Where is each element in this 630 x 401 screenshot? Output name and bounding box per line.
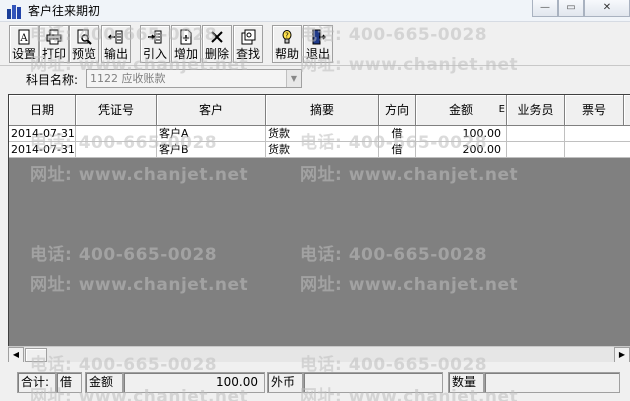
cell-direction[interactable]: 借	[379, 126, 416, 142]
delete-button[interactable]: 删除	[202, 25, 232, 63]
export-label: 输出	[103, 47, 128, 61]
column-header-ticket[interactable]: 票号	[565, 95, 624, 126]
column-header-date[interactable]: 日期	[9, 95, 76, 126]
toolbar: A 设置 打印 预览 输出 引入 增加 删除 查找 ? 帮助 退出	[0, 22, 630, 66]
find-label: 查找	[235, 47, 260, 61]
subject-select[interactable]: 1122 应收账款 ▼	[86, 69, 302, 88]
export-icon	[108, 30, 123, 44]
column-header-amount[interactable]: 金额 E	[416, 95, 507, 126]
cell-ticket[interactable]	[565, 142, 630, 158]
chevron-down-icon[interactable]: ▼	[286, 70, 301, 87]
cell-direction[interactable]: 借	[379, 142, 416, 158]
help-label: 帮助	[274, 47, 299, 61]
cell-customer[interactable]: 客户A	[157, 126, 266, 142]
import-icon	[148, 30, 162, 44]
total-amount-label: 金额	[85, 372, 123, 393]
cell-summary[interactable]: 货款	[266, 142, 379, 158]
settings-label: 设置	[11, 47, 36, 61]
total-direction: 借	[56, 372, 82, 393]
opening-balance-grid: 日期 凭证号 客户 摘要 方向 金额 E 业务员 票号 2014-07-31 客…	[8, 94, 630, 346]
subject-value: 1122 应收账款	[90, 72, 166, 85]
horizontal-scrollbar[interactable]: ◀ ▶	[8, 346, 630, 363]
scrollbar-thumb[interactable]	[25, 348, 47, 362]
cell-customer[interactable]: 客户B	[157, 142, 266, 158]
cell-voucher[interactable]	[76, 126, 157, 142]
scroll-right-icon[interactable]: ▶	[614, 347, 630, 363]
scroll-left-icon[interactable]: ◀	[8, 347, 24, 363]
preview-button[interactable]: 预览	[69, 25, 99, 63]
total-label: 合计:	[17, 372, 56, 393]
cell-ticket[interactable]	[565, 126, 630, 142]
exit-label: 退出	[305, 47, 330, 61]
import-label: 引入	[142, 47, 167, 61]
add-icon	[180, 29, 192, 45]
column-header-voucher[interactable]: 凭证号	[76, 95, 157, 126]
preview-icon	[77, 29, 92, 45]
minimize-button[interactable]: —	[532, 0, 558, 17]
cell-amount[interactable]: 100.00	[416, 126, 507, 142]
cell-salesperson[interactable]	[507, 142, 565, 158]
cell-amount[interactable]: 200.00	[416, 142, 507, 158]
print-label: 打印	[41, 47, 66, 61]
print-button[interactable]: 打印	[39, 25, 69, 63]
window-title: 客户往来期初	[28, 4, 101, 18]
column-header-salesperson[interactable]: 业务员	[507, 95, 565, 126]
svg-text:A: A	[19, 33, 28, 44]
add-button[interactable]: 增加	[171, 25, 201, 63]
column-header-amount-label: 金额	[448, 103, 473, 117]
column-header-amount-suffix: E	[498, 104, 505, 115]
settings-button[interactable]: A 设置	[9, 25, 39, 63]
find-icon	[241, 29, 256, 45]
cell-date[interactable]: 2014-07-31	[9, 126, 76, 142]
export-button[interactable]: 输出	[101, 25, 131, 63]
import-button[interactable]: 引入	[140, 25, 170, 63]
quantity-value	[484, 372, 620, 393]
subject-label: 科目名称:	[26, 73, 79, 87]
settings-icon: A	[18, 29, 30, 45]
title-bar: 客户往来期初 — ▭ ✕	[0, 0, 630, 22]
cell-date[interactable]: 2014-07-31	[9, 142, 76, 158]
exit-icon	[312, 29, 326, 45]
totals-bar: 合计: 借 金额 100.00 外币 数量	[0, 362, 630, 401]
add-label: 增加	[173, 47, 198, 61]
help-icon: ?	[282, 30, 292, 44]
table-row[interactable]: 2014-07-31 客户A 货款 借 100.00	[9, 126, 630, 142]
table-row[interactable]: 2014-07-31 客户B 货款 借 200.00	[9, 142, 630, 158]
cell-voucher[interactable]	[76, 142, 157, 158]
find-button[interactable]: 查找	[233, 25, 263, 63]
exit-button[interactable]: 退出	[303, 25, 333, 63]
subject-bar: 科目名称: 1122 应收账款 ▼	[0, 66, 630, 91]
total-amount-value: 100.00	[123, 372, 265, 393]
app-icon	[7, 5, 21, 19]
maximize-button[interactable]: ▭	[558, 0, 584, 17]
delete-icon	[211, 31, 223, 43]
foreign-currency-value	[303, 372, 443, 393]
close-button[interactable]: ✕	[584, 0, 630, 17]
help-button[interactable]: ? 帮助	[272, 25, 302, 63]
column-header-summary[interactable]: 摘要	[266, 95, 379, 126]
quantity-label: 数量	[448, 372, 484, 393]
grid-header: 日期 凭证号 客户 摘要 方向 金额 E 业务员 票号	[9, 95, 630, 126]
column-header-direction[interactable]: 方向	[379, 95, 416, 126]
svg-text:?: ?	[285, 32, 289, 40]
printer-icon	[46, 29, 62, 45]
delete-label: 删除	[204, 47, 229, 61]
cell-summary[interactable]: 货款	[266, 126, 379, 142]
preview-label: 预览	[71, 47, 96, 61]
column-header-customer[interactable]: 客户	[157, 95, 266, 126]
cell-salesperson[interactable]	[507, 126, 565, 142]
foreign-currency-label: 外币	[267, 372, 303, 393]
column-header-extra	[624, 95, 630, 126]
